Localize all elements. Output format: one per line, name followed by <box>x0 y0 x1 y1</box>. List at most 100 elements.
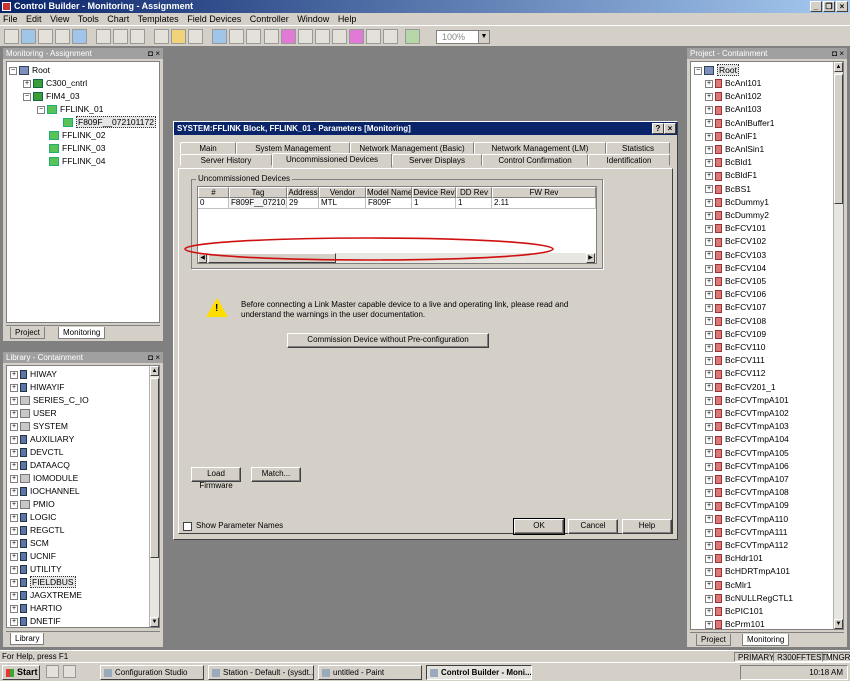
chart-icon[interactable] <box>349 29 364 44</box>
chevron-down-icon[interactable]: ▼ <box>478 31 489 43</box>
task-configuration-studio[interactable]: Configuration Studio <box>100 665 204 680</box>
menu-file[interactable]: File <box>3 14 18 24</box>
expand-icon[interactable]: + <box>705 422 713 431</box>
list-item[interactable]: + BcFCVTmpA110 <box>705 513 788 526</box>
expand-icon[interactable]: + <box>10 604 18 613</box>
list-item[interactable]: + BcFCV107 <box>705 301 766 314</box>
expand-icon[interactable]: + <box>705 79 713 88</box>
list-item[interactable]: + UTILITY <box>10 563 62 576</box>
list-item[interactable]: + REGCTL <box>10 524 64 537</box>
list-item[interactable]: + SYSTEM <box>10 420 68 433</box>
col-header-tag[interactable]: Tag <box>229 187 287 198</box>
list-item[interactable]: + BcAnlF1 <box>705 130 757 143</box>
tab-control-confirmation[interactable]: Control Confirmation <box>482 154 588 166</box>
tab-library[interactable]: Library <box>10 633 45 645</box>
forward-icon[interactable] <box>55 29 70 44</box>
commission-device-button[interactable]: Commission Device without Pre-configurat… <box>287 333 489 348</box>
expand-icon[interactable]: + <box>705 238 713 247</box>
list-item[interactable]: + BcFCVTmpA111 <box>705 526 788 539</box>
paste-icon[interactable] <box>130 29 145 44</box>
scroll-up-icon[interactable]: ▲ <box>834 62 843 72</box>
list-item[interactable]: + HIWAYIF <box>10 381 64 394</box>
list-item[interactable]: + BcMlr1 <box>705 579 751 592</box>
list-item[interactable]: + BcFCV111 <box>705 354 765 367</box>
list-item[interactable]: + BcAnlBuffer1 <box>705 117 774 130</box>
expand-icon[interactable]: + <box>705 92 713 101</box>
expand-icon[interactable]: + <box>705 343 713 352</box>
expand-icon[interactable]: + <box>10 448 18 457</box>
list-item[interactable]: + SERIES_C_IO <box>10 394 89 407</box>
list-item[interactable]: + IOCHANNEL <box>10 485 80 498</box>
list-item[interactable]: + BcHDRTmpA101 <box>705 565 790 578</box>
new-icon[interactable] <box>4 29 19 44</box>
list-item[interactable]: + BcAnl102 <box>705 90 761 103</box>
menu-chart[interactable]: Chart <box>107 14 129 24</box>
list-item[interactable]: + BcAnl101 <box>705 77 761 90</box>
col-header-fw-rev[interactable]: FW Rev <box>492 187 596 198</box>
list-item[interactable]: + BcFCVTmpA105 <box>705 447 789 460</box>
tab-project[interactable]: Project <box>10 327 45 339</box>
close-icon[interactable]: × <box>836 1 848 12</box>
tree-node-fflink04[interactable]: FFLINK_04 <box>49 155 105 168</box>
help-pointer-icon[interactable] <box>188 29 203 44</box>
project-root[interactable]: − Root <box>694 64 739 77</box>
scroll-up-icon[interactable]: ▲ <box>150 366 159 376</box>
export-icon[interactable] <box>383 29 398 44</box>
expand-icon[interactable]: + <box>10 461 18 470</box>
task-station[interactable]: Station - Default - (sysdt... <box>208 665 314 680</box>
task-paint[interactable]: untitled - Paint <box>318 665 422 680</box>
list-item[interactable]: + BcFCVTmpA112 <box>705 539 788 552</box>
menu-controller[interactable]: Controller <box>250 14 289 24</box>
list-item[interactable]: + SCM <box>10 537 49 550</box>
list-item[interactable]: + BcFCVTmpA103 <box>705 420 789 433</box>
tab-main[interactable]: Main <box>180 142 236 154</box>
expand-icon[interactable]: + <box>10 370 18 379</box>
list-item[interactable]: + BcBldF1 <box>705 169 757 182</box>
expand-icon[interactable]: + <box>10 422 18 431</box>
open-icon[interactable] <box>21 29 36 44</box>
list-item[interactable]: + BcAnlSin1 <box>705 143 764 156</box>
expand-icon[interactable]: + <box>705 277 713 286</box>
expand-icon[interactable]: + <box>10 409 18 418</box>
tree-node-fflink01[interactable]: − FFLINK_01 <box>37 103 103 116</box>
list-item[interactable]: + BcFCV109 <box>705 328 766 341</box>
task-control-builder[interactable]: Control Builder - Moni... <box>426 665 532 680</box>
expand-icon[interactable]: + <box>705 145 713 154</box>
expand-icon[interactable]: + <box>705 383 713 392</box>
menu-help[interactable]: Help <box>338 14 357 24</box>
expand-icon[interactable]: + <box>705 251 713 260</box>
tree-node-c300[interactable]: + C300_cntrl <box>23 77 87 90</box>
expand-icon[interactable]: + <box>705 607 713 616</box>
expand-icon[interactable]: + <box>705 106 713 115</box>
arrow-down-icon[interactable] <box>298 29 313 44</box>
save-icon[interactable] <box>72 29 87 44</box>
zoom-select[interactable]: 100% ▼ <box>436 30 490 44</box>
menu-view[interactable]: View <box>50 14 69 24</box>
list-item[interactable]: + BcNULLRegCTL1 <box>705 592 793 605</box>
expand-icon[interactable]: + <box>705 515 713 524</box>
expand-icon[interactable]: + <box>705 449 713 458</box>
minimize-icon[interactable]: _ <box>810 1 822 12</box>
expand-icon[interactable]: + <box>705 502 713 511</box>
tab-uncommissioned-devices[interactable]: Uncommissioned Devices <box>272 153 392 168</box>
expand-icon[interactable]: + <box>705 290 713 299</box>
expand-icon[interactable]: + <box>10 513 18 522</box>
list-item[interactable]: + UCNIF <box>10 550 56 563</box>
expand-icon[interactable]: + <box>705 475 713 484</box>
tree-node-fflink03[interactable]: FFLINK_03 <box>49 142 105 155</box>
expand-icon[interactable]: + <box>705 528 713 537</box>
desktop-icon[interactable] <box>63 665 76 678</box>
tree-node-device[interactable]: F809F__072101172 <box>63 116 156 129</box>
pane-close-icon[interactable]: ◘ × <box>832 48 844 59</box>
expand-icon[interactable]: + <box>10 435 18 444</box>
scroll-thumb[interactable] <box>150 378 159 558</box>
expand-icon[interactable]: + <box>10 617 18 626</box>
menu-window[interactable]: Window <box>297 14 329 24</box>
show-parameter-names-checkbox[interactable] <box>183 522 192 531</box>
expand-icon[interactable]: + <box>10 474 18 483</box>
expand-icon[interactable]: + <box>705 317 713 326</box>
expand-icon[interactable]: + <box>705 554 713 563</box>
expand-icon[interactable]: + <box>705 132 713 141</box>
list-item[interactable]: + BcFCV201_1 <box>705 381 776 394</box>
expand-icon[interactable]: + <box>705 594 713 603</box>
